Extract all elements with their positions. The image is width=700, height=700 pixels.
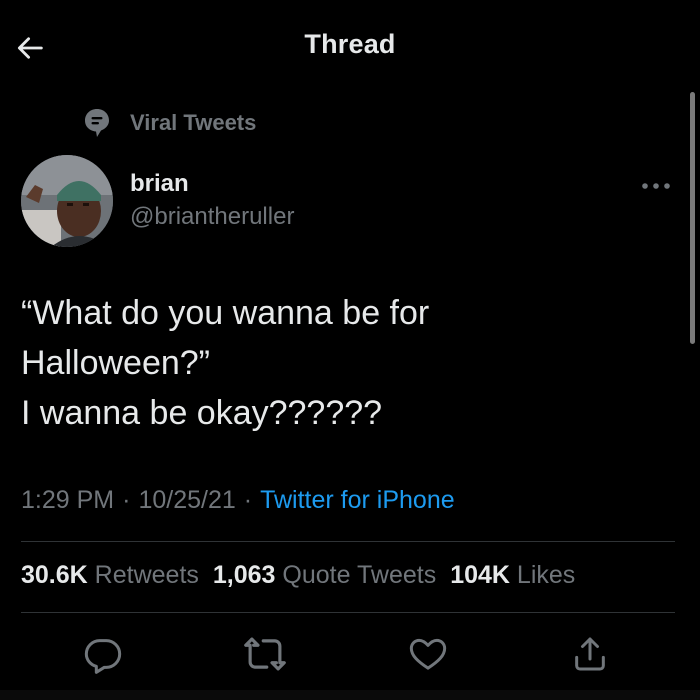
share-icon: [575, 637, 605, 671]
next-reply-edge: [0, 690, 700, 700]
page-title: Thread: [304, 29, 396, 59]
retweet-icon: [244, 637, 286, 671]
like-button[interactable]: [406, 632, 450, 676]
tweet-text: “What do you wanna be for Halloween?” I …: [21, 288, 641, 438]
reply-button[interactable]: [81, 632, 125, 676]
author-handle[interactable]: @briantheruller: [130, 203, 294, 231]
more-horizontal-icon: [642, 183, 670, 189]
likes-count: 104K: [450, 561, 510, 589]
context-label: Viral Tweets: [130, 110, 257, 135]
scrollbar[interactable]: [690, 92, 695, 344]
topic-chat-icon: [82, 106, 112, 140]
share-button[interactable]: [568, 632, 612, 676]
author-name[interactable]: brian: [130, 170, 189, 198]
more-button[interactable]: [638, 172, 674, 200]
separator: ·: [122, 486, 131, 514]
tweet-meta: 1:29 PM · 10/25/21 · Twitter for iPhone: [21, 486, 455, 515]
tweet-stats: 30.6K Retweets 1,063 Quote Tweets 104K Lik…: [21, 561, 589, 590]
tweet-actions: [0, 632, 700, 676]
likes-stat[interactable]: 104K Likes: [450, 561, 575, 589]
thread-header: Thread: [0, 0, 700, 92]
tweet-line: Halloween?”: [21, 344, 210, 382]
divider: [21, 541, 675, 542]
heart-icon: [409, 638, 447, 670]
retweet-button[interactable]: [243, 632, 287, 676]
tweet-date[interactable]: 10/25/21: [138, 486, 235, 514]
tweet-line: I wanna be okay??????: [21, 394, 383, 432]
quote-tweets-label: Quote Tweets: [282, 561, 437, 589]
retweets-label: Retweets: [94, 561, 199, 589]
reply-icon: [84, 639, 122, 674]
quote-tweets-count: 1,063: [212, 561, 276, 589]
retweets-count: 30.6K: [21, 561, 88, 589]
tweet-time[interactable]: 1:29 PM: [21, 486, 114, 514]
tweet-source[interactable]: Twitter for iPhone: [260, 486, 455, 514]
likes-label: Likes: [516, 561, 576, 589]
divider: [21, 612, 675, 613]
separator: ·: [243, 486, 253, 514]
avatar[interactable]: [21, 155, 113, 247]
social-context[interactable]: Viral Tweets: [82, 106, 256, 140]
retweets-stat[interactable]: 30.6K Retweets: [21, 561, 199, 589]
tweet-line: “What do you wanna be for: [21, 294, 430, 332]
quote-tweets-stat[interactable]: 1,063 Quote Tweets: [213, 561, 436, 589]
